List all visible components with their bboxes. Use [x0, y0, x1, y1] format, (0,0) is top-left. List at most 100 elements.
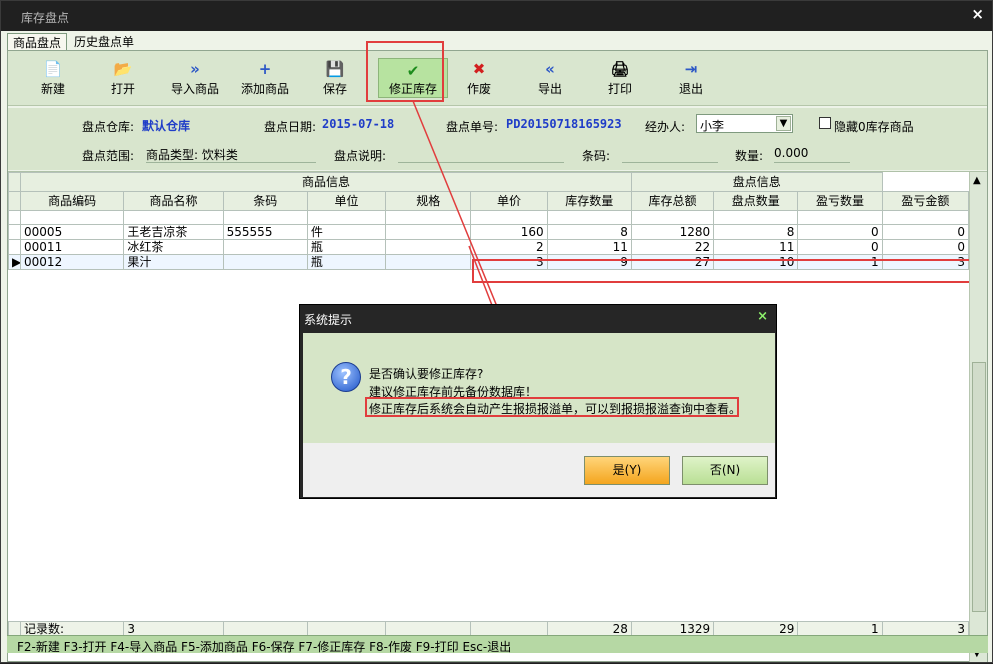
cell-unit[interactable]: 瓶	[306, 254, 387, 270]
tab-product-check[interactable]: 商品盘点	[7, 33, 68, 51]
table-row[interactable]: 00005 王老吉凉茶 555555 件 160 8 1280 8 0 0	[7, 224, 970, 240]
cell-profit-qty[interactable]: 1	[797, 254, 883, 270]
status-shortcuts: F2-新建 F3-打开 F4-导入商品 F5-添加商品 F6-保存 F7-修正库…	[17, 640, 512, 654]
column-header-spec[interactable]: 规格	[385, 191, 472, 211]
vertical-scrollbar[interactable]: ▲ ▼	[969, 172, 987, 662]
correct-stock-button[interactable]: ✔ 修正库存	[378, 58, 448, 98]
cell-profit-amount[interactable]: 0	[881, 239, 970, 255]
filter-cell[interactable]	[306, 210, 387, 225]
filter-cell[interactable]	[797, 210, 883, 225]
quantity-field[interactable]: 0.000	[774, 146, 850, 163]
cell-spec[interactable]	[385, 239, 472, 255]
cell-profit-amount[interactable]: 0	[881, 224, 970, 240]
save-button[interactable]: 💾 保存	[300, 51, 370, 106]
filter-cell[interactable]	[123, 210, 224, 225]
column-header-stock-total[interactable]: 库存总额	[630, 191, 715, 211]
cell-unit[interactable]: 瓶	[306, 239, 387, 255]
cell-check-qty[interactable]: 8	[713, 224, 799, 240]
open-label: 打开	[110, 82, 135, 96]
cell-product-code[interactable]: 00012	[20, 254, 125, 270]
save-label: 保存	[322, 82, 347, 96]
cell-product-name[interactable]: 冰红茶	[123, 239, 224, 255]
operator-select[interactable]: 小李 ▼	[696, 114, 793, 133]
filter-row[interactable]	[7, 210, 970, 225]
cell-check-qty[interactable]: 11	[713, 239, 799, 255]
add-product-label: 添加商品	[240, 82, 289, 96]
grid-table: 商品信息 盘点信息 商品编码 商品名称 条码 单位 规格 单价 库存数量 库存总…	[7, 172, 970, 270]
cell-spec[interactable]	[385, 254, 472, 270]
cell-spec[interactable]	[385, 224, 472, 240]
scroll-thumb[interactable]	[972, 362, 986, 612]
filter-cell[interactable]	[385, 210, 472, 225]
cell-price[interactable]: 2	[470, 239, 548, 255]
chevron-down-icon[interactable]: ▼	[776, 116, 791, 131]
no-button[interactable]: 否(N)	[682, 456, 768, 485]
cell-profit-amount[interactable]: 3	[881, 254, 970, 270]
column-header-product-name[interactable]: 商品名称	[123, 191, 224, 211]
column-header-profit-qty[interactable]: 盈亏数量	[797, 191, 883, 211]
cell-product-code[interactable]: 00005	[20, 224, 125, 240]
cell-barcode[interactable]	[222, 254, 308, 270]
tab-history-check[interactable]: 历史盘点单	[69, 33, 139, 51]
cell-barcode[interactable]	[222, 239, 308, 255]
void-label: 作废	[466, 82, 491, 96]
close-window-button[interactable]: ×	[971, 5, 984, 23]
column-header-profit-amount[interactable]: 盈亏金额	[881, 191, 970, 211]
exit-button[interactable]: ⇥ 退出	[656, 51, 726, 106]
scroll-up-icon[interactable]: ▲	[973, 175, 981, 186]
order-number-value: PD20150718165923	[506, 117, 622, 131]
tab-bar: 商品盘点 历史盘点单	[7, 33, 987, 51]
filter-cell[interactable]	[881, 210, 970, 225]
cell-stock-total[interactable]: 1280	[630, 224, 715, 240]
column-header-stock-qty[interactable]: 库存数量	[546, 191, 632, 211]
cell-stock-total[interactable]: 22	[630, 239, 715, 255]
void-button[interactable]: ✖ 作废	[444, 51, 514, 106]
plus-icon: +	[258, 60, 272, 78]
yes-button[interactable]: 是(Y)	[584, 456, 670, 485]
column-header-price[interactable]: 单价	[470, 191, 548, 211]
cell-product-code[interactable]: 00011	[20, 239, 125, 255]
filter-cell[interactable]	[222, 210, 308, 225]
cell-product-name[interactable]: 果汁	[123, 254, 224, 270]
cell-stock-qty[interactable]: 9	[546, 254, 632, 270]
cell-price[interactable]: 3	[470, 254, 548, 270]
cell-price[interactable]: 160	[470, 224, 548, 240]
printer-icon: 🖨	[610, 60, 630, 78]
cell-check-qty[interactable]: 10	[713, 254, 799, 270]
group-header-product-info: 商品信息	[20, 172, 632, 192]
range-field[interactable]: 商品类型: 饮料类	[146, 146, 316, 163]
dialog-close-button[interactable]: ×	[757, 309, 768, 324]
cell-stock-qty[interactable]: 11	[546, 239, 632, 255]
cell-stock-qty[interactable]: 8	[546, 224, 632, 240]
column-header-product-code[interactable]: 商品编码	[20, 191, 125, 211]
description-field[interactable]	[398, 146, 564, 163]
hide-zero-checkbox[interactable]	[819, 117, 831, 129]
cell-profit-qty[interactable]: 0	[797, 239, 883, 255]
cell-stock-total[interactable]: 27	[630, 254, 715, 270]
add-product-button[interactable]: + 添加商品	[230, 51, 300, 106]
column-header-barcode[interactable]: 条码	[222, 191, 308, 211]
cell-product-name[interactable]: 王老吉凉茶	[123, 224, 224, 240]
column-header-unit[interactable]: 单位	[306, 191, 387, 211]
open-button[interactable]: 📂 打开	[88, 51, 158, 106]
order-number-label: 盘点单号:	[446, 120, 499, 134]
table-row[interactable]: 00011 冰红茶 瓶 2 11 22 11 0 0	[7, 239, 970, 255]
export-button[interactable]: « 导出	[515, 51, 585, 106]
cell-barcode[interactable]: 555555	[222, 224, 308, 240]
filter-cell[interactable]	[20, 210, 125, 225]
filter-cell[interactable]	[546, 210, 632, 225]
print-button[interactable]: 🖨 打印	[585, 51, 655, 106]
cell-unit[interactable]: 件	[306, 224, 387, 240]
table-row-selected[interactable]: ▶ 00012 果汁 瓶 3 9 27 10 1 3	[7, 254, 970, 270]
filter-cell[interactable]	[713, 210, 799, 225]
row-indicator-header	[7, 172, 22, 192]
column-header-check-qty[interactable]: 盘点数量	[713, 191, 799, 211]
cell-profit-qty[interactable]: 0	[797, 224, 883, 240]
barcode-field[interactable]	[622, 146, 718, 163]
filter-cell[interactable]	[630, 210, 715, 225]
import-products-button[interactable]: » 导入商品	[160, 51, 230, 106]
new-button[interactable]: 📄 新建	[18, 51, 88, 106]
row-indicator	[7, 239, 22, 255]
filter-cell[interactable]	[470, 210, 548, 225]
date-value: 2015-07-18	[322, 117, 395, 131]
